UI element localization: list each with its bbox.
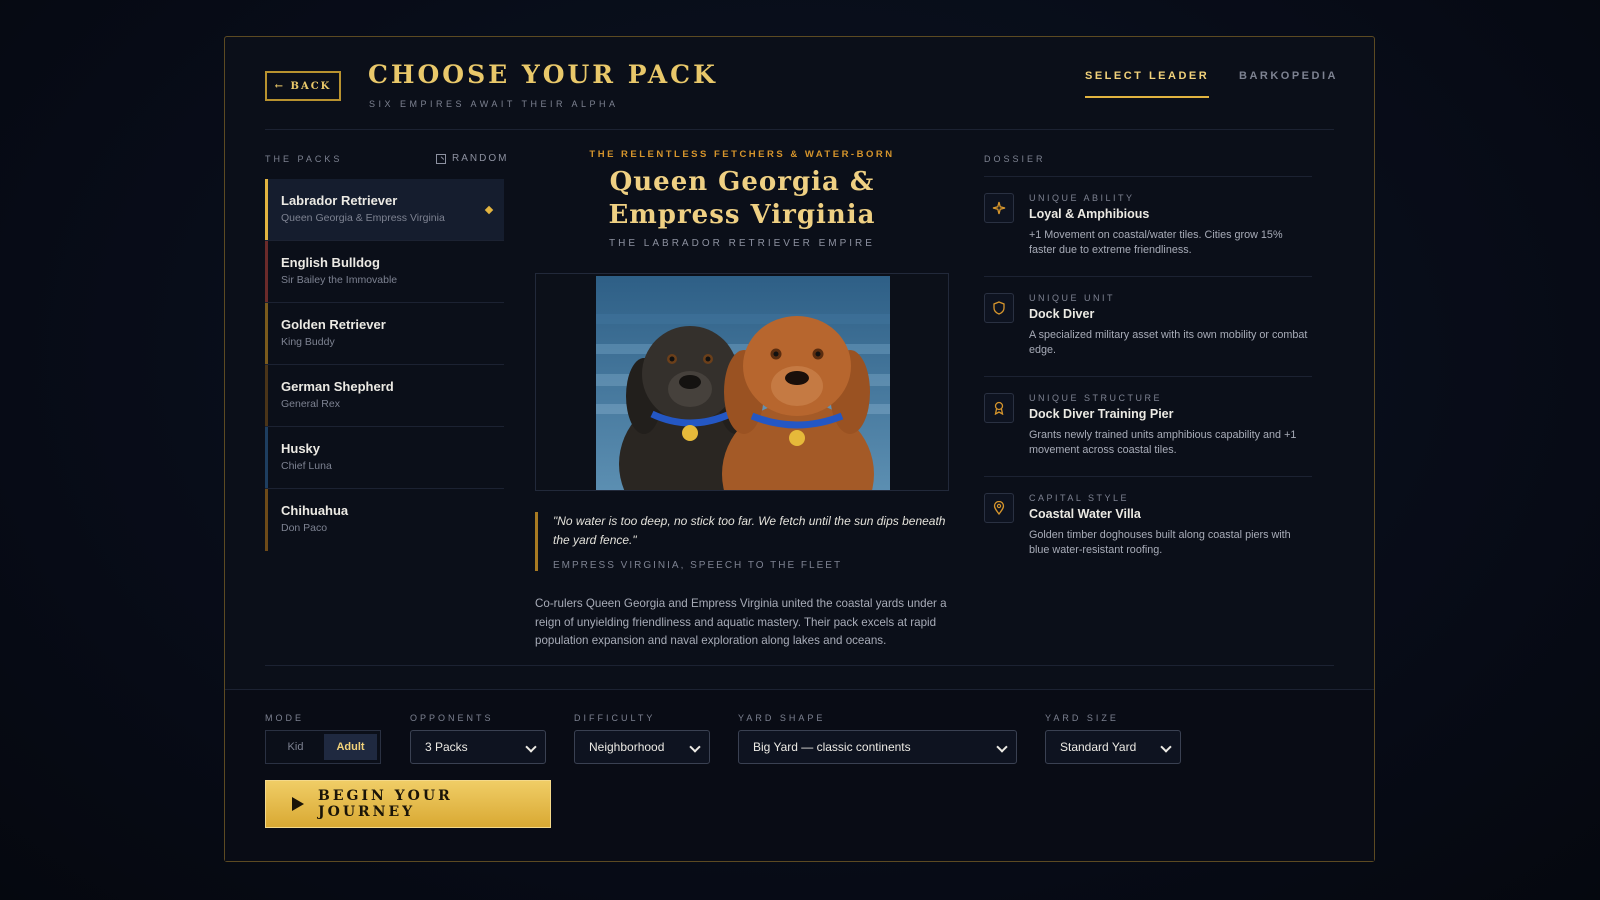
pack-color-bar bbox=[265, 489, 268, 551]
opponents-value: 3 Packs bbox=[425, 740, 468, 754]
dossier-description: Grants newly trained units amphibious ca… bbox=[1029, 429, 1297, 456]
pack-leader: Sir Bailey the Immovable bbox=[281, 274, 398, 286]
pack-leader: Chief Luna bbox=[281, 460, 332, 472]
pack-item-english-bulldog[interactable]: English Bulldog Sir Bailey the Immovable bbox=[265, 241, 504, 303]
dossier-title: Loyal & Amphibious bbox=[1029, 207, 1150, 221]
dossier-title: Dock Diver Training Pier bbox=[1029, 407, 1174, 421]
content-divider bbox=[265, 665, 1334, 666]
shuffle-icon bbox=[436, 153, 446, 164]
pack-item-labrador-retriever[interactable]: Labrador Retriever Queen Georgia & Empre… bbox=[265, 179, 504, 241]
begin-journey-button[interactable]: BEGIN YOUR JOURNEY bbox=[265, 780, 551, 828]
empire-name: THE LABRADOR RETRIEVER EMPIRE bbox=[609, 238, 875, 249]
dossier-description: +1 Movement on coastal/water tiles. Citi… bbox=[1029, 229, 1283, 256]
leader-quote: "No water is too deep, no stick too far.… bbox=[535, 512, 949, 571]
play-icon bbox=[292, 797, 304, 811]
pack-name: Labrador Retriever bbox=[281, 193, 398, 208]
chevron-down-icon bbox=[689, 741, 701, 753]
pack-name: German Shepherd bbox=[281, 379, 394, 394]
quote-source: EMPRESS VIRGINIA, SPEECH TO THE FLEET bbox=[553, 560, 843, 571]
mode-toggle: Kid Adult bbox=[265, 730, 381, 764]
leader-portrait bbox=[535, 273, 949, 491]
yard-size-select[interactable]: Standard Yard bbox=[1045, 730, 1181, 764]
map-pin-icon bbox=[984, 493, 1014, 523]
tab-select-leader[interactable]: SELECT LEADER bbox=[1085, 70, 1210, 98]
page-title: CHOOSE YOUR PACK bbox=[368, 60, 718, 89]
game-settings-bar: MODE Kid Adult OPPONENTS 3 Packs DIFFICU… bbox=[225, 689, 1374, 861]
chevron-down-icon bbox=[1160, 741, 1172, 753]
dossier-kind: UNIQUE STRUCTURE bbox=[1029, 393, 1163, 403]
leader-name: Queen Georgia & Empress Virginia bbox=[535, 166, 949, 232]
leader-lore: Co-rulers Queen Georgia and Empress Virg… bbox=[535, 597, 947, 647]
difficulty-select[interactable]: Neighborhood bbox=[574, 730, 710, 764]
chevron-down-icon bbox=[996, 741, 1008, 753]
pack-leader: King Buddy bbox=[281, 336, 335, 348]
yard-size-label: YARD SIZE bbox=[1045, 713, 1119, 723]
leader-detail: THE RELENTLESS FETCHERS & WATER-BORN Que… bbox=[535, 149, 949, 647]
quote-text: "No water is too deep, no stick too far.… bbox=[553, 514, 946, 547]
shield-icon bbox=[984, 293, 1014, 323]
leader-name-line-1: Queen Georgia & bbox=[609, 167, 875, 197]
sparkle-icon bbox=[984, 193, 1014, 223]
leader-tagline: THE RELENTLESS FETCHERS & WATER-BORN bbox=[589, 149, 895, 160]
mode-label: MODE bbox=[265, 713, 304, 723]
dossier-kind: UNIQUE UNIT bbox=[1029, 293, 1115, 303]
dossier-description: A specialized military asset with its ow… bbox=[1029, 329, 1308, 356]
dossier-list: UNIQUE ABILITY Loyal & Amphibious +1 Mov… bbox=[984, 176, 1312, 576]
yard-shape-value: Big Yard — classic continents bbox=[753, 740, 911, 754]
random-button[interactable]: RANDOM bbox=[436, 153, 508, 164]
header-divider bbox=[265, 129, 1334, 130]
random-label: RANDOM bbox=[452, 153, 509, 164]
dossier-unique-structure: UNIQUE STRUCTURE Dock Diver Training Pie… bbox=[984, 376, 1312, 476]
yard-shape-select[interactable]: Big Yard — classic continents bbox=[738, 730, 1017, 764]
pack-color-bar bbox=[265, 303, 268, 364]
packs-section-label: THE PACKS bbox=[265, 154, 343, 164]
pack-name: Chihuahua bbox=[281, 503, 349, 518]
pack-item-golden-retriever[interactable]: Golden Retriever King Buddy bbox=[265, 303, 504, 365]
pack-leader: Queen Georgia & Empress Virginia bbox=[281, 212, 445, 224]
dossier-title: Coastal Water Villa bbox=[1029, 507, 1141, 521]
pack-color-bar bbox=[265, 179, 268, 240]
back-button[interactable]: ← BACK bbox=[265, 71, 341, 101]
opponents-label: OPPONENTS bbox=[410, 713, 494, 723]
pack-color-bar bbox=[265, 427, 268, 488]
award-icon bbox=[984, 393, 1014, 423]
difficulty-value: Neighborhood bbox=[589, 740, 665, 754]
pack-name: English Bulldog bbox=[281, 255, 380, 270]
page-subtitle: SIX EMPIRES AWAIT THEIR ALPHA bbox=[369, 99, 619, 109]
pack-color-bar bbox=[265, 365, 268, 426]
chevron-down-icon bbox=[525, 741, 537, 753]
yard-shape-label: YARD SHAPE bbox=[738, 713, 826, 723]
leader-portrait-image bbox=[596, 276, 890, 490]
opponents-select[interactable]: 3 Packs bbox=[410, 730, 546, 764]
pack-leader: Don Paco bbox=[281, 522, 328, 534]
pack-item-german-shepherd[interactable]: German Shepherd General Rex bbox=[265, 365, 504, 427]
difficulty-label: DIFFICULTY bbox=[574, 713, 656, 723]
begin-journey-label: BEGIN YOUR JOURNEY bbox=[318, 788, 453, 820]
dossier-kind: CAPITAL STYLE bbox=[1029, 493, 1130, 503]
dossier-description: Golden timber doghouses built along coas… bbox=[1029, 529, 1291, 556]
yard-size-value: Standard Yard bbox=[1060, 740, 1137, 754]
dossier-kind: UNIQUE ABILITY bbox=[1029, 193, 1135, 203]
tab-barkopedia[interactable]: BARKOPEDIA bbox=[1239, 70, 1338, 82]
pack-leader: General Rex bbox=[281, 398, 340, 410]
dossier-unique-ability: UNIQUE ABILITY Loyal & Amphibious +1 Mov… bbox=[984, 176, 1312, 276]
dossier-title: Dock Diver bbox=[1029, 307, 1095, 321]
dossier-section-label: DOSSIER bbox=[984, 154, 1046, 164]
pack-item-husky[interactable]: Husky Chief Luna bbox=[265, 427, 504, 489]
pack-name: Golden Retriever bbox=[281, 317, 386, 332]
leader-name-line-2: Empress Virginia bbox=[608, 200, 876, 230]
pack-list: Labrador Retriever Queen Georgia & Empre… bbox=[265, 179, 504, 551]
mode-option-adult[interactable]: Adult bbox=[324, 734, 377, 760]
pack-name: Husky bbox=[281, 441, 321, 456]
dossier-unique-unit: UNIQUE UNIT Dock Diver A specialized mil… bbox=[984, 276, 1312, 376]
mode-option-kid[interactable]: Kid bbox=[269, 734, 322, 760]
pack-color-bar bbox=[265, 241, 268, 302]
dossier-capital-style: CAPITAL STYLE Coastal Water Villa Golden… bbox=[984, 476, 1312, 576]
game-setup-panel: ← BACK CHOOSE YOUR PACK SIX EMPIRES AWAI… bbox=[224, 36, 1375, 862]
pack-item-chihuahua[interactable]: Chihuahua Don Paco bbox=[265, 489, 504, 551]
